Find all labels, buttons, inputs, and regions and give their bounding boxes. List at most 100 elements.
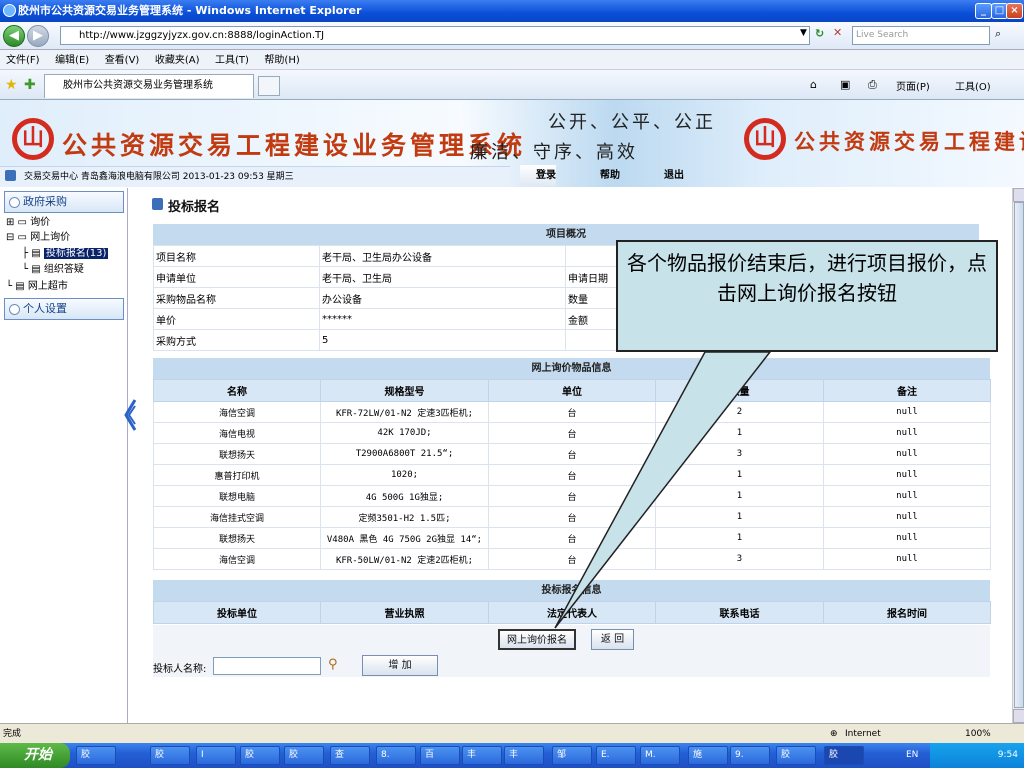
goods-cell: 1 (655, 527, 824, 549)
sidebar-collapse-handle[interactable] (122, 360, 138, 470)
taskbar-item[interactable]: 丰 (462, 746, 502, 765)
goods-cell: 海信空调 (153, 548, 321, 570)
search-input[interactable]: Live Search (852, 26, 990, 45)
table-row: 海信空调 KFR-50LW/01-N2 定速2匹柜机; 台 3 null (153, 548, 991, 570)
home-icon[interactable]: ⌂ (810, 78, 817, 91)
goods-cell: 海信电视 (153, 422, 321, 444)
taskbar-item[interactable]: I (196, 746, 236, 765)
online-inquiry-register-button[interactable]: 网上询价报名 (498, 629, 576, 650)
bid-table: 投标单位 营业执照 法定代表人 联系电话 报名时间 (153, 601, 991, 624)
goods-cell: null (823, 527, 991, 549)
overview-label: 采购方式 (153, 329, 320, 351)
goods-cell: 台 (488, 401, 656, 423)
goods-column-header: 备注 (823, 379, 991, 402)
taskbar-item[interactable]: 胶 (76, 746, 116, 765)
tree-item-online-inquiry[interactable]: ⊟ ▭ 网上询价 (6, 231, 70, 245)
address-input[interactable]: http://www.jzggzyjyzx.gov.cn:8888/loginA… (60, 26, 810, 45)
taskbar-item[interactable]: 胶 (776, 746, 816, 765)
feeds-icon[interactable]: ▣ (840, 78, 850, 91)
close-button[interactable]: × (1006, 3, 1023, 19)
scroll-down-icon[interactable] (1013, 709, 1024, 723)
taskbar-item[interactable]: 百 (420, 746, 460, 765)
goods-cell: 联想扬天 (153, 443, 321, 465)
search-icon[interactable]: ⌕ (995, 27, 1001, 41)
help-button[interactable]: 帮助 (584, 165, 620, 186)
bidder-name-input[interactable] (213, 657, 321, 675)
taskbar-item[interactable]: 查 (330, 746, 370, 765)
add-favorite-icon[interactable]: ✚ (24, 77, 36, 93)
goods-cell: 台 (488, 422, 656, 444)
overview-value: 老干局、卫生局 (319, 266, 566, 288)
goods-column-header: 单位 (488, 379, 656, 402)
new-tab-button[interactable] (258, 76, 280, 96)
taskbar-item[interactable]: 胶 (150, 746, 190, 765)
sidebar-section-procurement[interactable]: 政府采购 (4, 191, 124, 213)
goods-cell: 3 (655, 548, 824, 570)
back-button[interactable]: 返 回 (591, 629, 634, 650)
banner-motto-bottom: 廉洁、守序、高效 (470, 142, 638, 163)
taskbar-item[interactable]: E. (596, 746, 636, 765)
tree-item-online-market[interactable]: └ ▤ 网上超市 (6, 280, 68, 294)
refresh-icon[interactable]: ↻ (815, 27, 824, 40)
goods-table: 名称 规格型号 单位 数量 备注 海信空调 KFR-72LW/01-N2 定速3匹柜机; 台… (153, 379, 991, 570)
window-titlebar: 胶州市公共资源交易业务管理系统 - Windows Internet Explo… (0, 0, 1024, 22)
dropdown-arrow-icon[interactable]: ▼ (800, 28, 807, 38)
scroll-thumb[interactable] (1014, 202, 1024, 708)
logout-button[interactable]: 退出 (648, 165, 684, 186)
goods-cell: 3 (655, 443, 824, 465)
add-button[interactable]: 增 加 (362, 655, 438, 676)
menu-favorites[interactable]: 收藏夹(A) (155, 55, 200, 66)
sidebar-section-personal[interactable]: 个人设置 (4, 298, 124, 320)
collapse-chevron-icon[interactable] (122, 360, 138, 470)
goods-cell: 1 (655, 506, 824, 528)
taskbar-item[interactable]: 胶 (240, 746, 280, 765)
menu-help[interactable]: 帮助(H) (264, 55, 299, 66)
tree-item-qa[interactable]: └ ▤ 组织答疑 (22, 263, 84, 277)
page-menu[interactable]: 页面(P) (896, 78, 930, 93)
forward-arrow-icon[interactable]: ▶ (27, 25, 49, 47)
taskbar-item[interactable]: 8. (376, 746, 416, 765)
bid-column-header: 法定代表人 (488, 601, 656, 624)
browser-tab[interactable]: 胶州市公共资源交易业务管理系统 (44, 74, 254, 98)
goods-cell: 1020; (320, 464, 489, 486)
minimize-button[interactable]: _ (975, 3, 992, 19)
goods-cell: null (823, 422, 991, 444)
goods-column-header: 规格型号 (320, 379, 489, 402)
clock: 9:54 (997, 750, 1018, 760)
menu-edit[interactable]: 编辑(E) (55, 55, 89, 66)
scroll-up-icon[interactable] (1013, 188, 1024, 202)
bidder-name-label: 投标人名称: (153, 664, 207, 675)
taskbar-item[interactable]: 9. (730, 746, 770, 765)
overview-label: 申请单位 (153, 266, 320, 288)
goods-cell: 定频3501-H2 1.5匹; (320, 506, 489, 528)
taskbar-item[interactable]: M. (640, 746, 680, 765)
goods-cell: KFR-72LW/01-N2 定速3匹柜机; (320, 401, 489, 423)
tree-item-inquiry[interactable]: ⊞ ▭ 询价 (6, 216, 50, 230)
page-title: 投标报名 (150, 196, 220, 215)
print-icon[interactable]: ⎙ (868, 78, 877, 92)
taskbar-item[interactable]: 施 (688, 746, 728, 765)
tools-menu[interactable]: 工具(O) (955, 78, 991, 93)
page-scrollbar[interactable] (1012, 188, 1024, 723)
search-bidder-icon[interactable]: ⚲ (328, 657, 338, 672)
goods-cell: T2900A6800T 21.5“; (320, 443, 489, 465)
back-arrow-icon[interactable]: ◀ (3, 25, 25, 47)
taskbar-item[interactable]: 邹 (552, 746, 592, 765)
taskbar-item[interactable]: 胶 (824, 746, 864, 765)
bid-panel: 投标报名信息 投标单位 营业执照 法定代表人 联系电话 报名时间 (153, 580, 991, 624)
start-button[interactable]: 开始 (0, 743, 70, 768)
login-button[interactable]: 登录 (520, 165, 556, 186)
menu-file[interactable]: 文件(F) (6, 55, 40, 66)
taskbar-item[interactable]: 胶 (284, 746, 324, 765)
stop-icon[interactable]: ✕ (833, 26, 842, 39)
taskbar: 开始 胶胶 I 胶胶查 8. 百丰丰邹 E. M. 施 9. 胶胶 EN 9:54 (0, 743, 1024, 768)
tree-item-bid-register[interactable]: ├ ▤ 投标报名(13) (22, 247, 109, 261)
goods-cell: 台 (488, 548, 656, 570)
menu-tools[interactable]: 工具(T) (215, 55, 249, 66)
menu-view[interactable]: 查看(V) (105, 55, 140, 66)
goods-cell: null (823, 401, 991, 423)
language-indicator[interactable]: EN (906, 743, 918, 768)
zoom-level[interactable]: 100% (965, 724, 991, 744)
taskbar-item[interactable]: 丰 (504, 746, 544, 765)
favorites-star-icon[interactable]: ★ (5, 77, 18, 93)
